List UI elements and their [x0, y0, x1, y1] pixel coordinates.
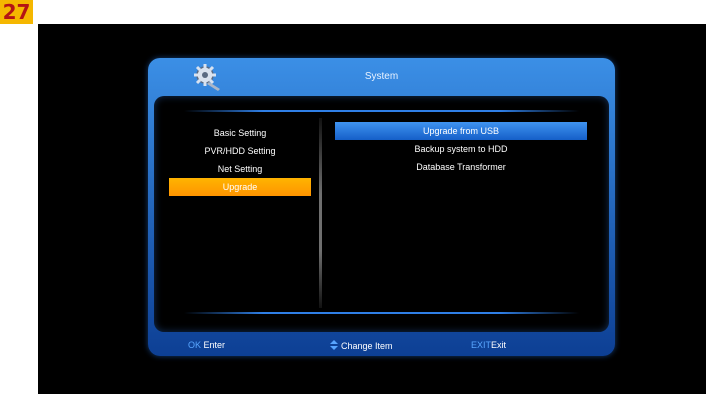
- option-upgrade-from-usb[interactable]: Upgrade from USB: [335, 122, 587, 140]
- vertical-divider: [319, 118, 322, 308]
- change-item-label: Change Item: [341, 341, 393, 351]
- top-separator: [184, 110, 579, 112]
- footer-bar: OK Enter Change Item EXITExit: [148, 336, 615, 354]
- menu-item-upgrade[interactable]: Upgrade: [169, 178, 311, 196]
- window-title: System: [364, 71, 399, 82]
- bottom-separator: [184, 312, 579, 314]
- option-backup-system-to-hdd[interactable]: Backup system to HDD: [335, 140, 587, 158]
- exit-label: Exit: [491, 340, 507, 350]
- ok-key: OK: [188, 340, 202, 350]
- up-down-arrow-icon: [330, 340, 338, 350]
- menu-item-net-setting[interactable]: Net Setting: [169, 160, 311, 178]
- step-badge: 27: [0, 0, 33, 24]
- content-panel: Basic Setting PVR/HDD Setting Net Settin…: [154, 96, 609, 332]
- system-window: System Basic Setting PVR/HDD Setting Net…: [148, 58, 615, 356]
- exit-hint: EXITExit: [471, 340, 506, 350]
- ok-hint: OK Enter: [188, 340, 225, 350]
- menu-item-pvr-hdd-setting[interactable]: PVR/HDD Setting: [169, 142, 311, 160]
- ok-label: Enter: [203, 340, 226, 350]
- upgrade-options: Upgrade from USB Backup system to HDD Da…: [335, 122, 587, 176]
- exit-key: EXIT: [471, 340, 492, 350]
- option-database-transformer[interactable]: Database Transformer: [335, 158, 587, 176]
- settings-menu: Basic Setting PVR/HDD Setting Net Settin…: [169, 124, 311, 196]
- title-bar: System: [148, 58, 615, 98]
- menu-item-basic-setting[interactable]: Basic Setting: [169, 124, 311, 142]
- change-item-hint: Change Item: [329, 340, 393, 351]
